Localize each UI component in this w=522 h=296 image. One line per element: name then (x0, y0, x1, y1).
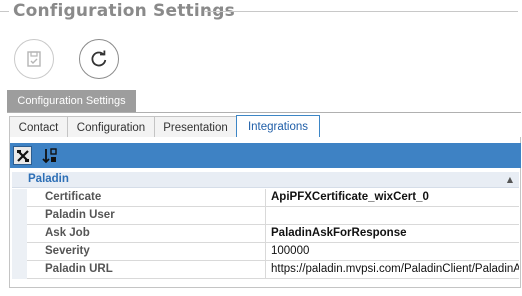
category-row-paladin[interactable]: Paladin ▲ (12, 172, 519, 188)
property-row-ask-job[interactable]: Ask Job PaladinAskForResponse (12, 225, 519, 243)
refresh-icon (91, 50, 107, 67)
save-button[interactable] (14, 39, 54, 79)
tab-presentation[interactable]: Presentation (154, 116, 237, 138)
row-gutter (12, 243, 27, 261)
collapse-icon[interactable]: ▲ (507, 175, 513, 184)
page-title: Configuration Settings (13, 1, 235, 21)
save-icon (27, 51, 41, 67)
property-name: Paladin User (27, 207, 266, 225)
row-gutter (12, 189, 27, 207)
property-name: Paladin URL (27, 261, 266, 279)
tab-integrations[interactable]: Integrations (236, 115, 320, 138)
property-value[interactable]: ApiPFXCertificate_wixCert_0 (267, 189, 519, 207)
property-row-certificate[interactable]: Certificate ApiPFXCertificate_wixCert_0 (12, 189, 519, 207)
property-row-paladin-url[interactable]: Paladin URL https://paladin.mvpsi.com/Pa… (12, 261, 519, 279)
property-name: Ask Job (27, 225, 266, 243)
categorized-icon (16, 149, 29, 162)
property-row-paladin-user[interactable]: Paladin User (12, 207, 519, 225)
property-value[interactable]: 100000 (267, 243, 519, 261)
property-value[interactable]: https://paladin.mvpsi.com/PaladinClient/… (267, 261, 519, 279)
refresh-button[interactable] (79, 39, 119, 79)
integrations-panel: Paladin ▲ Certificate ApiPFXCertificate_… (9, 137, 521, 288)
group-tab-configuration-settings[interactable]: Configuration Settings (7, 90, 136, 112)
header-rule (205, 11, 518, 12)
property-row-severity[interactable]: Severity 100000 (12, 243, 519, 261)
property-grid-toolbar (10, 143, 521, 168)
group-tab-underline (7, 112, 521, 113)
categorized-button[interactable] (13, 146, 32, 165)
property-name: Certificate (27, 189, 266, 207)
row-gutter (12, 225, 27, 243)
row-gutter (12, 261, 27, 279)
property-value[interactable]: PaladinAskForResponse (267, 225, 519, 243)
property-grid: Certificate ApiPFXCertificate_wixCert_0 … (12, 189, 519, 279)
header-rule-left (0, 11, 9, 12)
property-value[interactable] (267, 207, 519, 225)
row-gutter (12, 207, 27, 225)
category-label: Paladin (28, 173, 69, 185)
tab-contact[interactable]: Contact (9, 116, 68, 138)
tab-configuration[interactable]: Configuration (67, 116, 155, 138)
page-header: Configuration Settings (0, 0, 522, 26)
sort-alpha-icon (41, 147, 57, 163)
property-name: Severity (27, 243, 266, 261)
sort-alphabetical-button[interactable] (40, 146, 59, 165)
